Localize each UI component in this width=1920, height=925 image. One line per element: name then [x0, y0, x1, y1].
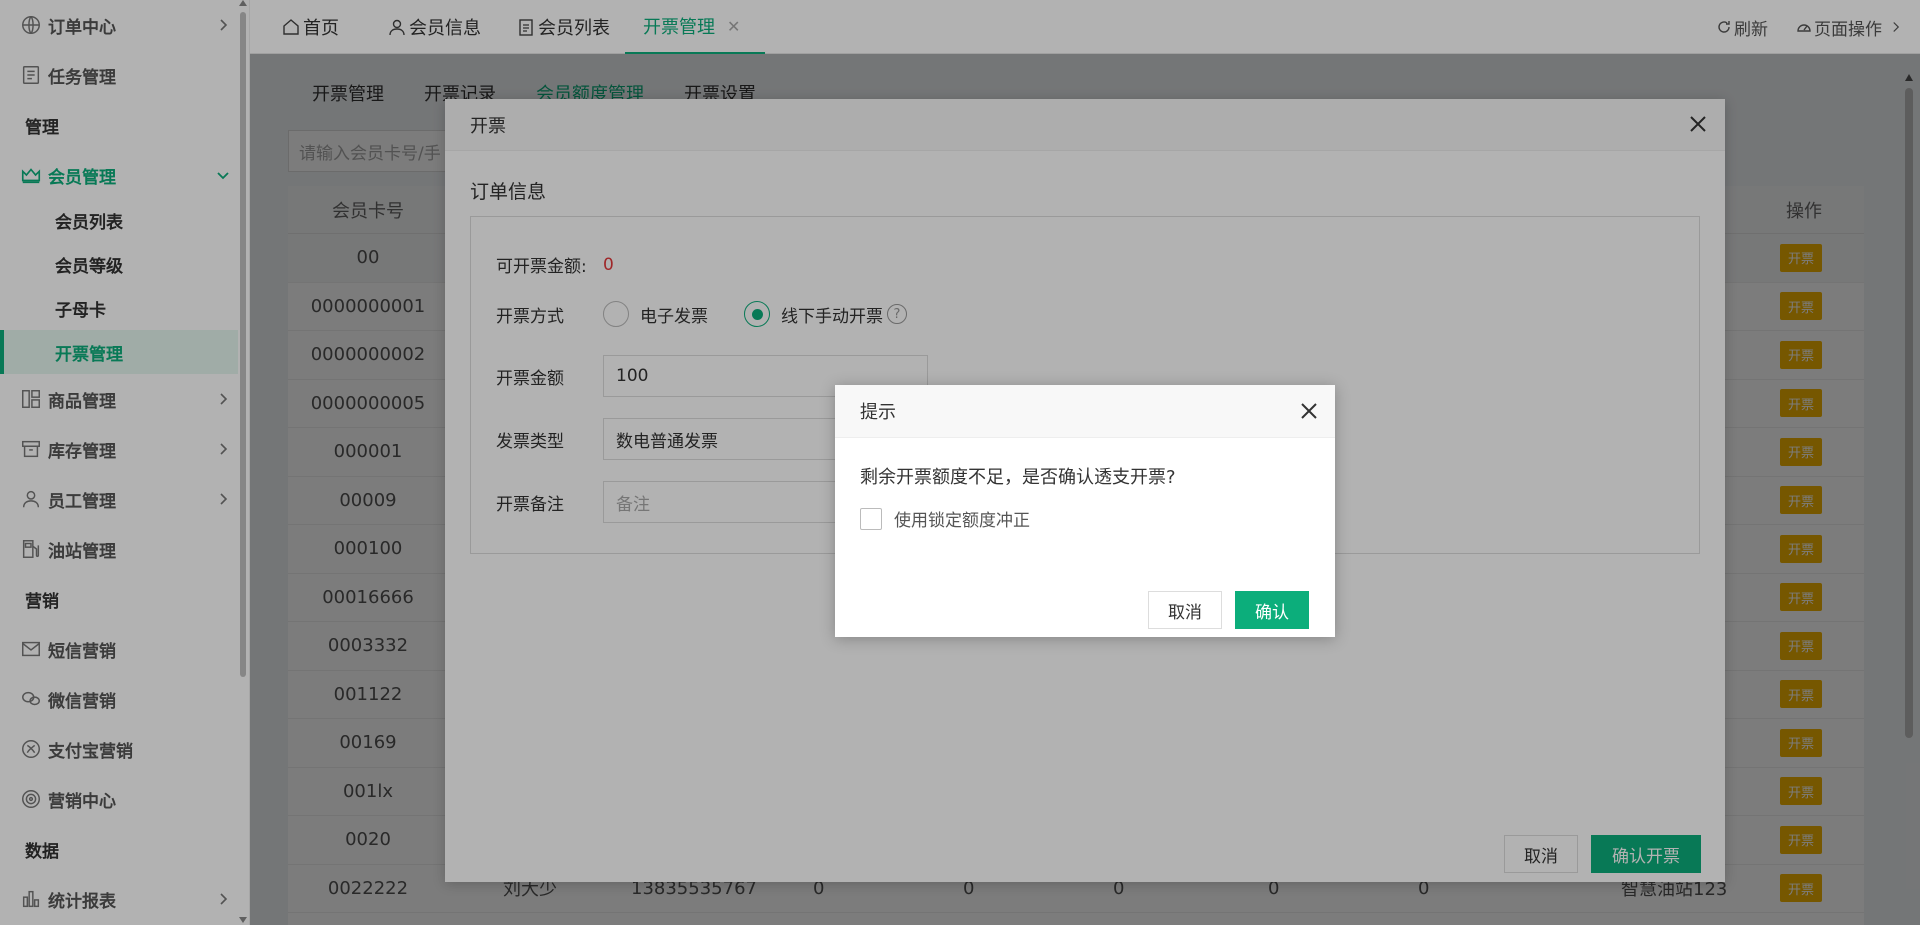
prompt-cancel-button[interactable]: 取消 — [1148, 591, 1222, 629]
prompt-title: 提示 — [860, 402, 896, 423]
prompt-confirm-button[interactable]: 确认 — [1235, 591, 1309, 629]
prompt-header: 提示 — [835, 385, 1335, 438]
lock-quota-checkbox[interactable]: 使用锁定额度冲正 — [860, 506, 1030, 531]
checkbox-box[interactable] — [860, 507, 882, 530]
checkbox-label: 使用锁定额度冲正 — [894, 511, 1030, 531]
prompt-message: 剩余开票额度不足，是否确认透支开票? — [860, 467, 1176, 488]
close-icon[interactable] — [1299, 401, 1319, 421]
prompt-dialog: 提示 剩余开票额度不足，是否确认透支开票? 使用锁定额度冲正 取消 确认 — [835, 385, 1335, 637]
